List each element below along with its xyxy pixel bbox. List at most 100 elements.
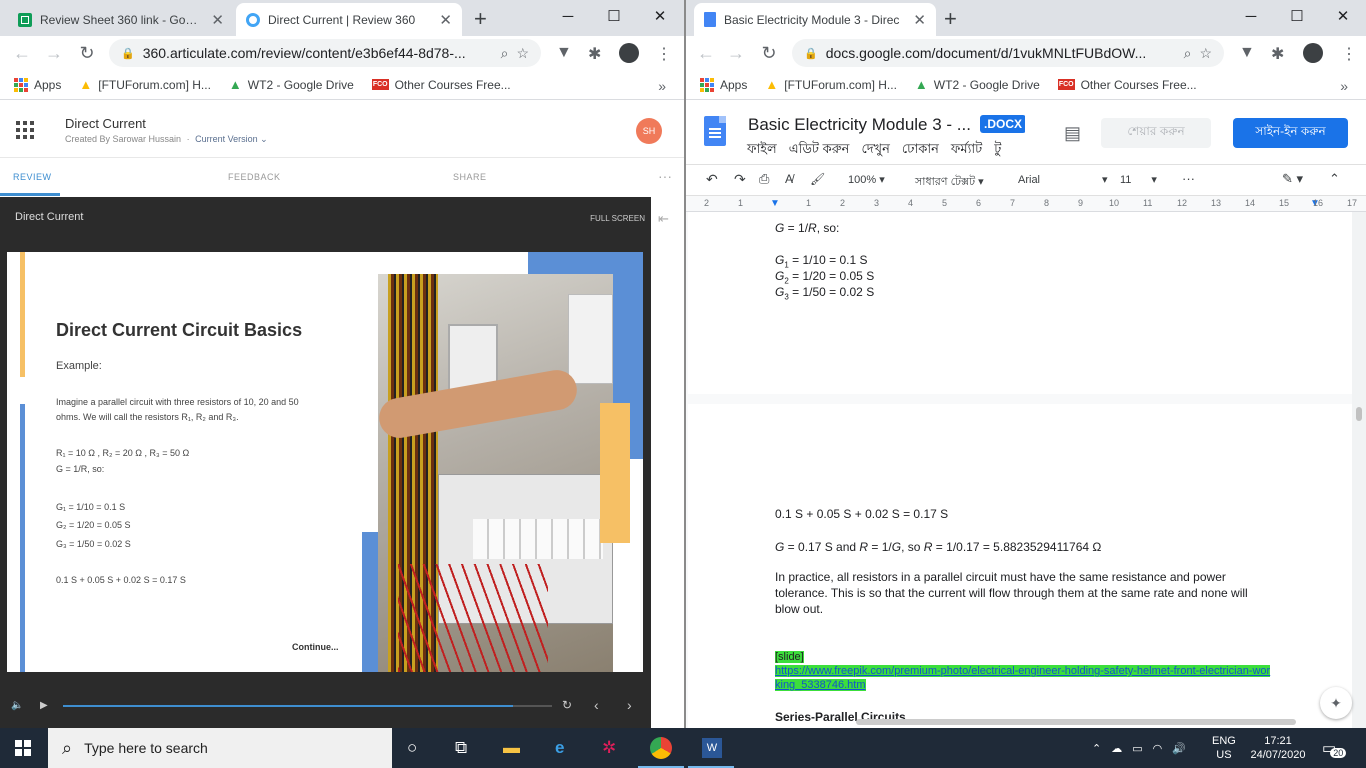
undo-icon[interactable]: ↶ [706, 171, 718, 188]
horizontal-scrollbar[interactable] [856, 719, 1296, 725]
forward-button[interactable]: → [38, 43, 70, 64]
more-options-button[interactable]: ··· [658, 168, 672, 184]
minimize-button[interactable]: ─ [1228, 0, 1274, 32]
chrome-icon[interactable] [650, 737, 672, 759]
minimize-button[interactable]: ─ [545, 0, 591, 32]
bookmark-star-icon[interactable]: ☆ [1199, 45, 1212, 62]
font-size-select[interactable]: 11 ▾ [1120, 173, 1157, 186]
app-w-icon[interactable]: W [702, 738, 722, 758]
seek-bar[interactable] [63, 705, 552, 707]
freepik-link-cont[interactable]: king_5338746.htm [775, 679, 866, 691]
profile-avatar[interactable] [1303, 43, 1323, 63]
editing-mode-pencil-icon[interactable]: ✎ ▾ [1282, 171, 1303, 187]
address-bar[interactable]: 🔒 360.articulate.com/review/content/e3b6… [109, 39, 541, 67]
bookmark-other-courses[interactable]: FCO Other Courses Free... [371, 78, 511, 92]
version-dropdown[interactable]: Current Version ⌄ [195, 134, 268, 144]
address-bar[interactable]: 🔒 docs.google.com/document/d/1vukMNLtFUB… [792, 39, 1224, 67]
show-hidden-icons[interactable]: ⌃ [1092, 742, 1101, 755]
bookmark-other-courses[interactable]: FCO Other Courses Free... [1057, 78, 1197, 92]
clock[interactable]: 17:21 24/07/2020 [1250, 728, 1306, 768]
maximize-button[interactable]: ☐ [1274, 0, 1320, 32]
windows-start-icon[interactable] [15, 740, 31, 756]
menu-tools[interactable]: টু [994, 140, 1001, 161]
menu-insert[interactable]: ঢোকান [902, 140, 939, 161]
volume-icon[interactable]: 🔈 [11, 700, 23, 711]
taskbar-search[interactable]: ⌕ Type here to search [48, 728, 392, 768]
edge-icon[interactable]: e [555, 738, 564, 758]
tab-review[interactable]: REVIEW [13, 172, 52, 182]
new-tab-button[interactable]: + [944, 6, 957, 32]
scroll-thumb[interactable] [1356, 407, 1362, 421]
bookmarks-overflow-button[interactable]: » [1340, 78, 1348, 94]
zoom-icon[interactable]: ⌕ [1184, 45, 1192, 62]
style-select[interactable]: সাধারণ টেক্সট ▾ [915, 173, 984, 192]
notifications-button[interactable]: ▭ 20 [1322, 728, 1347, 768]
bookmark-apps[interactable]: Apps [14, 77, 61, 92]
collapse-menus-icon[interactable]: ⌃ [1329, 171, 1340, 187]
comment-history-icon[interactable]: ▤ [1064, 123, 1081, 144]
redo-icon[interactable]: ↷ [734, 171, 746, 188]
left-indent-marker[interactable]: ▼ [770, 198, 780, 209]
ruler[interactable]: ▼ ▼ 2 1 1 2 3 4 5 6 7 8 9 10 11 12 13 14… [686, 196, 1366, 212]
share-button[interactable]: শেয়ার করুন [1101, 118, 1211, 148]
slack-icon[interactable]: ✲ [602, 738, 616, 758]
previous-slide-icon[interactable]: ‹ [594, 697, 599, 713]
new-tab-button[interactable]: + [474, 6, 487, 32]
tab-feedback[interactable]: FEEDBACK [228, 172, 281, 182]
menu-kebab-icon[interactable]: ⋮ [656, 44, 672, 64]
close-tab-icon[interactable]: ✕ [211, 11, 224, 29]
file-explorer-icon[interactable]: ▬ [503, 738, 520, 758]
language-indicator[interactable]: ENG US [1212, 728, 1236, 768]
bookmark-ftuforum[interactable]: ▲ [FTUForum.com] H... [79, 77, 211, 92]
maximize-button[interactable]: ☐ [591, 0, 637, 32]
font-select[interactable]: Arial ▾ [1018, 173, 1108, 186]
freepik-link[interactable]: https://www.freepik.com/premium-photo/el… [775, 665, 1270, 677]
app-grid-icon[interactable] [16, 121, 34, 139]
menu-view[interactable]: দেখুন [861, 140, 889, 161]
close-window-button[interactable]: ✕ [1320, 0, 1366, 32]
cloud-icon[interactable]: ☁ [1111, 742, 1122, 755]
expand-sidebar-icon[interactable]: ⇤ [658, 211, 669, 227]
menu-kebab-icon[interactable]: ⋮ [1341, 44, 1357, 64]
spellcheck-icon[interactable]: A̸ [785, 172, 793, 186]
play-icon[interactable]: ▶ [40, 700, 48, 711]
zoom-select[interactable]: 100% ▾ [848, 173, 885, 186]
more-tools-button[interactable]: ··· [1182, 171, 1195, 186]
document-page-2[interactable]: 0.1 S + 0.05 S + 0.02 S = 0.17 S G = 0.1… [688, 404, 1358, 728]
next-slide-icon[interactable]: › [627, 697, 632, 713]
bookmark-wt2-drive[interactable]: ▲ WT2 - Google Drive [229, 77, 354, 92]
battery-icon[interactable]: ▭ [1132, 742, 1142, 755]
extensions-puzzle-icon[interactable]: ✱ [1271, 44, 1284, 64]
continue-link[interactable]: Continue... [292, 642, 339, 652]
tab-review-sheet[interactable]: Review Sheet 360 link - Google ✕ [8, 3, 234, 36]
bookmarks-overflow-button[interactable]: » [658, 78, 666, 94]
bookmark-apps[interactable]: Apps [700, 77, 747, 92]
zoom-icon[interactable]: ⌕ [501, 45, 509, 62]
sign-in-button[interactable]: সাইন-ইন করুন [1233, 118, 1348, 148]
extension-v-icon[interactable]: ▼ [1239, 44, 1255, 62]
close-window-button[interactable]: ✕ [637, 0, 683, 32]
cortana-icon[interactable]: ○ [407, 738, 417, 758]
close-tab-icon[interactable]: ✕ [913, 11, 926, 29]
menu-format[interactable]: ফর্ম্যাট [951, 140, 982, 161]
full-screen-button[interactable]: FULL SCREEN [590, 214, 645, 223]
volume-icon[interactable]: 🔊 [1172, 742, 1186, 755]
bookmark-star-icon[interactable]: ☆ [516, 45, 529, 62]
reload-button[interactable]: ↻ [71, 43, 103, 64]
task-view-icon[interactable]: ⧉ [455, 738, 467, 758]
paint-format-icon[interactable]: 🖌 [810, 172, 825, 186]
google-docs-icon[interactable] [704, 116, 726, 146]
bookmark-ftuforum[interactable]: ▲ [FTUForum.com] H... [765, 77, 897, 92]
extension-v-icon[interactable]: ▼ [556, 44, 572, 62]
explore-button[interactable]: ✦ [1320, 687, 1352, 719]
document-title[interactable]: Basic Electricity Module 3 - ... [748, 115, 971, 135]
menu-file[interactable]: ফাইল [747, 140, 777, 161]
replay-icon[interactable]: ↻ [562, 698, 572, 712]
tab-direct-current[interactable]: Direct Current | Review 360 ✕ [236, 3, 462, 36]
print-icon[interactable]: ⎙ [759, 171, 769, 187]
forward-button[interactable]: → [720, 43, 752, 64]
vertical-scrollbar[interactable] [1352, 212, 1366, 728]
reload-button[interactable]: ↻ [753, 43, 785, 64]
profile-avatar[interactable] [619, 43, 639, 63]
extensions-puzzle-icon[interactable]: ✱ [588, 44, 601, 64]
